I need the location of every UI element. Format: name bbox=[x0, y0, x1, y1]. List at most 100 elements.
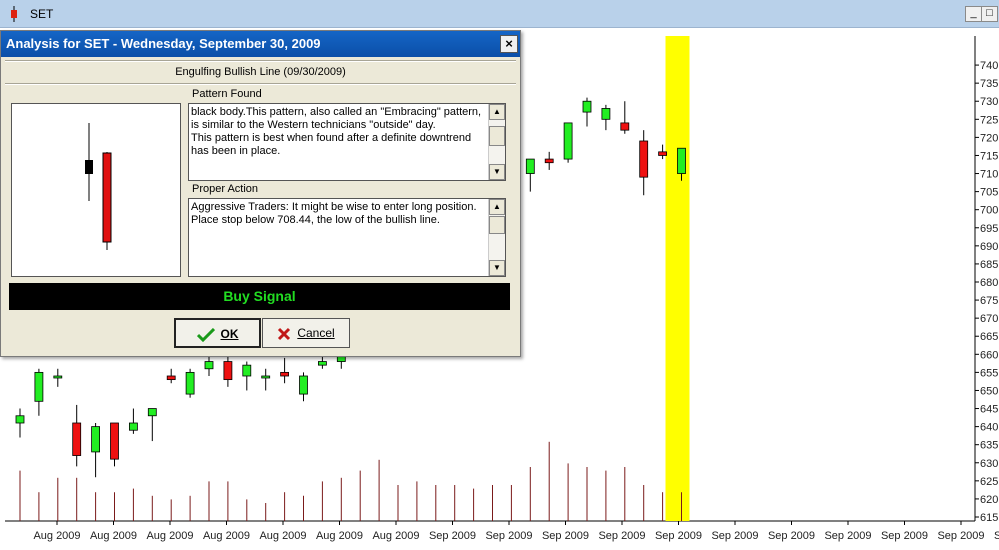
y-tick-label: 665 bbox=[980, 331, 998, 343]
candle-body-up bbox=[299, 375, 308, 395]
proper-action-text: Aggressive Traders: It might be wise to … bbox=[191, 201, 477, 226]
candle-body-down bbox=[166, 375, 176, 381]
pattern-illustration bbox=[11, 103, 181, 277]
pattern-name: Engulfing Bullish Line (09/30/2009) bbox=[175, 66, 346, 78]
scroll-up-icon[interactable]: ▲ bbox=[489, 104, 505, 120]
window-title: SET bbox=[30, 7, 54, 21]
x-tick-label: Sep 2009 bbox=[768, 530, 815, 542]
proper-action-textbox[interactable]: Aggressive Traders: It might be wise to … bbox=[188, 198, 506, 277]
y-tick-label: 645 bbox=[980, 404, 998, 416]
y-tick-label: 735 bbox=[980, 78, 998, 90]
y-tick-label: 635 bbox=[980, 440, 998, 452]
x-tick-label: Sep 2009 bbox=[824, 530, 871, 542]
x-tick-label: Aug 2009 bbox=[90, 530, 137, 542]
y-tick-label: 705 bbox=[980, 187, 998, 199]
y-tick-label: 655 bbox=[980, 367, 998, 379]
x-tick-label: Sep 2009 bbox=[655, 530, 702, 542]
candle-body-up bbox=[525, 158, 535, 174]
x-tick-label: Sep 2009 bbox=[429, 530, 476, 542]
y-tick-label: 660 bbox=[980, 349, 998, 361]
x-tick-label: Aug 2009 bbox=[372, 530, 419, 542]
candle-body-up bbox=[53, 375, 63, 379]
x-tick-label: Sep 2009 bbox=[598, 530, 645, 542]
x-tick-label: Aug 2009 bbox=[259, 530, 306, 542]
app-icon bbox=[11, 6, 17, 22]
candle-body-up bbox=[582, 100, 592, 113]
proper-action-label: Proper Action bbox=[192, 183, 259, 195]
black-candle-body bbox=[85, 160, 93, 174]
y-tick-label: 615 bbox=[980, 512, 998, 524]
x-tick-label: Sep 2009 bbox=[485, 530, 532, 542]
candle-body-down bbox=[639, 140, 649, 178]
cancel-label: Cancel bbox=[297, 326, 335, 340]
y-tick-label: 670 bbox=[980, 313, 998, 325]
candle-body-up bbox=[34, 371, 44, 402]
window-titlebar: SET _ □ bbox=[0, 0, 999, 28]
y-tick-label: 685 bbox=[980, 259, 998, 271]
candle-body-down bbox=[223, 361, 233, 381]
candle-body-down bbox=[72, 422, 82, 456]
x-tick-label: Sep 2009 bbox=[994, 530, 999, 542]
y-tick-label: 690 bbox=[980, 241, 998, 253]
y-tick-label: 640 bbox=[980, 422, 998, 434]
signal-banner: Buy Signal bbox=[9, 283, 510, 310]
candle-body-up bbox=[563, 122, 573, 160]
candle-body-up bbox=[242, 364, 252, 377]
y-tick-label: 700 bbox=[980, 205, 998, 217]
scroll-down-icon[interactable]: ▼ bbox=[489, 164, 505, 180]
cancel-button[interactable]: Cancel bbox=[262, 318, 350, 348]
candle-body-up bbox=[317, 361, 327, 366]
y-tick-label: 725 bbox=[980, 114, 998, 126]
selected-day-highlight bbox=[665, 36, 690, 521]
divider bbox=[5, 83, 516, 85]
y-tick-label: 680 bbox=[980, 277, 998, 289]
minimize-button[interactable]: _ bbox=[965, 6, 982, 22]
proper-action-scrollbar[interactable]: ▲ ▼ bbox=[488, 199, 505, 276]
close-button[interactable]: × bbox=[500, 35, 518, 53]
y-tick-label: 650 bbox=[980, 385, 998, 397]
cancel-x-icon bbox=[278, 327, 291, 340]
x-tick-label: Aug 2009 bbox=[146, 530, 193, 542]
candle-body-down bbox=[620, 122, 630, 131]
scroll-thumb[interactable] bbox=[489, 126, 505, 146]
x-tick-label: Aug 2009 bbox=[316, 530, 363, 542]
candle-body-up bbox=[677, 147, 686, 174]
scroll-thumb[interactable] bbox=[489, 216, 505, 234]
candle-body-up bbox=[147, 408, 157, 417]
candle-body-up bbox=[204, 361, 214, 370]
candle-body-up bbox=[185, 371, 195, 395]
pattern-found-text: black body.This pattern, also called an … bbox=[191, 106, 482, 157]
candle-body-down bbox=[658, 151, 667, 156]
y-tick-label: 720 bbox=[980, 132, 998, 144]
candle-body-up bbox=[91, 426, 100, 453]
y-tick-label: 740 bbox=[980, 60, 998, 72]
candle-body-down bbox=[280, 371, 290, 377]
red-candle-body bbox=[102, 152, 112, 243]
ok-label: OK bbox=[220, 327, 239, 341]
dialog-title: Analysis for SET - Wednesday, September … bbox=[1, 31, 520, 57]
candle-body-up bbox=[261, 375, 271, 379]
y-tick-label: 675 bbox=[980, 295, 998, 307]
candle-body-up bbox=[601, 108, 611, 120]
ok-button[interactable]: OK bbox=[174, 318, 261, 348]
x-tick-label: Sep 2009 bbox=[711, 530, 758, 542]
pattern-found-scrollbar[interactable]: ▲ ▼ bbox=[488, 104, 505, 180]
x-tick-label: Sep 2009 bbox=[937, 530, 984, 542]
candle-body-up bbox=[128, 422, 138, 431]
y-tick-label: 710 bbox=[980, 169, 998, 181]
y-tick-label: 630 bbox=[980, 458, 998, 470]
pattern-found-textbox[interactable]: black body.This pattern, also called an … bbox=[188, 103, 506, 181]
analysis-dialog: Analysis for SET - Wednesday, September … bbox=[0, 30, 521, 357]
y-tick-label: 715 bbox=[980, 150, 998, 162]
x-tick-label: Aug 2009 bbox=[33, 530, 80, 542]
pattern-candles bbox=[85, 123, 112, 250]
y-tick-label: 625 bbox=[980, 476, 998, 488]
x-tick-label: Sep 2009 bbox=[542, 530, 589, 542]
checkmark-icon bbox=[196, 327, 215, 342]
y-tick-label: 695 bbox=[980, 223, 998, 235]
candle-body-down bbox=[110, 422, 119, 460]
maximize-button[interactable]: □ bbox=[981, 6, 998, 22]
x-tick-label: Aug 2009 bbox=[203, 530, 250, 542]
scroll-down-icon[interactable]: ▼ bbox=[489, 260, 505, 276]
scroll-up-icon[interactable]: ▲ bbox=[489, 199, 505, 215]
